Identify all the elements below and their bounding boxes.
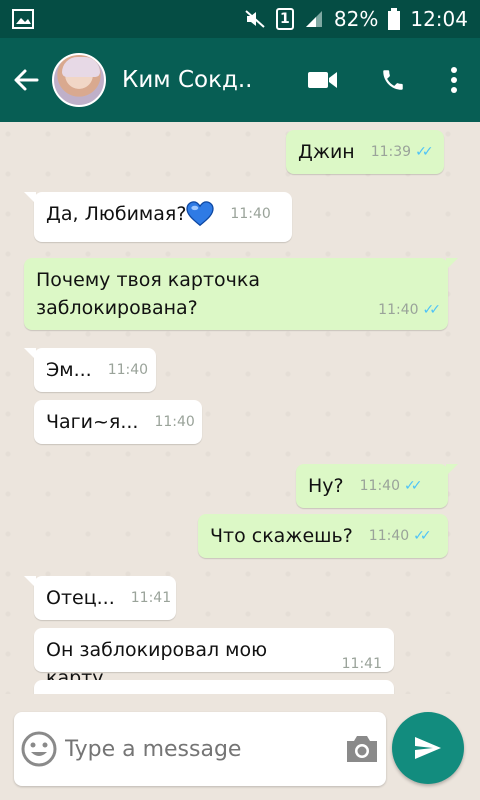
mute-icon (244, 9, 266, 29)
message-text: Ну? (308, 475, 344, 497)
message-out[interactable]: Что скажешь? 11:40 ✓✓ (198, 514, 448, 558)
message-in-partial[interactable] (34, 680, 394, 694)
message-input[interactable] (64, 736, 339, 762)
video-call-icon (308, 72, 337, 88)
send-button[interactable] (392, 712, 464, 784)
read-ticks-icon: ✓✓ (422, 302, 442, 318)
read-ticks-icon: ✓✓ (403, 478, 423, 494)
message-in[interactable]: Да, Любимая? 11:40 (24, 192, 292, 242)
emoji-icon (21, 731, 57, 767)
message-input-box[interactable] (14, 712, 386, 786)
chat-header: Ким Сокд.. (0, 38, 480, 122)
message-in[interactable]: Эм... 11:40 (24, 348, 156, 392)
battery-percentage: 82% (333, 7, 379, 31)
back-button[interactable] (0, 38, 52, 122)
signal-icon (304, 9, 324, 29)
message-text: Что скажешь? (210, 525, 353, 547)
message-text: Чаги~я... (46, 411, 139, 433)
message-in[interactable]: Он заблокировал мою карту 11:41 (34, 628, 394, 689)
message-text: Джин (298, 141, 355, 163)
message-out[interactable]: Ну? 11:40 ✓✓ (296, 464, 458, 508)
message-time: 11:40 (359, 478, 400, 494)
message-text: Эм... (46, 359, 92, 381)
message-out[interactable]: Джин 11:39 ✓✓ (286, 130, 444, 174)
message-text: Да, Любимая? (46, 203, 187, 225)
avatar[interactable] (52, 53, 106, 107)
message-time: 11:40 (154, 414, 195, 430)
message-out[interactable]: Почему твоя карточка заблокирована? 11:4… (24, 258, 458, 330)
blue-heart-icon (186, 201, 215, 227)
video-call-button[interactable] (288, 38, 358, 122)
message-time: 11:40 (107, 362, 149, 378)
read-ticks-icon: ✓✓ (413, 528, 432, 544)
emoji-button[interactable] (14, 712, 65, 786)
message-time: 11:41 (130, 590, 172, 606)
message-time: 11:41 (341, 656, 382, 672)
sim-icon: 1 (275, 8, 294, 30)
message-time: 11:39 (370, 144, 412, 160)
battery-icon (388, 8, 401, 30)
message-time: 11:40 (378, 302, 419, 318)
message-time: 11:40 (230, 206, 271, 222)
chat-area[interactable]: Джин 11:39 ✓✓ Да, Любимая? 11:40 Почему … (0, 122, 480, 694)
message-time: 11:40 (368, 528, 410, 544)
more-options-icon (451, 67, 457, 93)
phone-icon (383, 70, 403, 90)
camera-button[interactable] (339, 712, 386, 786)
contact-name[interactable]: Ким Сокд.. (122, 67, 288, 93)
read-ticks-icon: ✓✓ (415, 144, 434, 160)
message-in[interactable]: Чаги~я... 11:40 (34, 400, 202, 444)
more-options-button[interactable] (428, 38, 480, 122)
message-text: Почему твоя карточка (36, 269, 261, 291)
camera-icon (347, 736, 378, 762)
send-icon (415, 737, 441, 759)
status-time: 12:04 (410, 7, 468, 31)
status-bar: 1 82% 12:04 (0, 0, 480, 38)
message-in[interactable]: Отец... 11:41 (24, 576, 176, 620)
message-text: Отец... (46, 587, 115, 609)
input-bar (0, 694, 480, 800)
gallery-notification-icon (12, 9, 34, 29)
voice-call-button[interactable] (358, 38, 428, 122)
back-arrow-icon (14, 69, 39, 91)
